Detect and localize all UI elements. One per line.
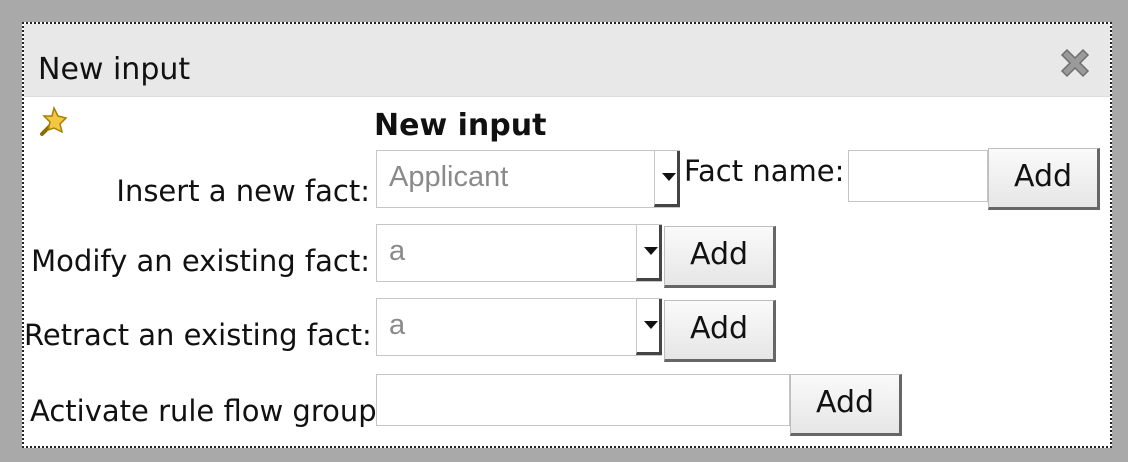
- activate-rule-flow-label: Activate rule flow group: [30, 394, 377, 428]
- magic-wand-icon: [40, 105, 68, 136]
- rule-flow-group-input[interactable]: [376, 374, 790, 426]
- form-heading: New input: [374, 108, 547, 143]
- retract-fact-add-button[interactable]: Add: [664, 300, 776, 362]
- dialog-titlebar[interactable]: New input: [24, 24, 1110, 97]
- chevron-down-icon[interactable]: [654, 151, 680, 207]
- retract-fact-select-value: a: [389, 309, 406, 341]
- activate-rule-flow-add-button[interactable]: Add: [790, 374, 902, 436]
- chevron-down-icon[interactable]: [636, 225, 662, 281]
- insert-fact-select[interactable]: Applicant: [376, 150, 680, 208]
- retract-fact-label: Retract an existing fact:: [24, 318, 372, 352]
- new-input-dialog: New input New input Insert a new fact: A…: [22, 22, 1112, 448]
- fact-name-input[interactable]: [848, 150, 988, 202]
- insert-fact-add-button[interactable]: Add: [988, 148, 1100, 210]
- insert-fact-select-value: Applicant: [389, 161, 509, 193]
- chevron-down-icon[interactable]: [636, 299, 662, 355]
- retract-fact-select[interactable]: a: [376, 298, 662, 356]
- modify-fact-select[interactable]: a: [376, 224, 662, 282]
- modify-fact-add-button[interactable]: Add: [664, 226, 776, 288]
- fact-name-label: Fact name:: [684, 154, 845, 188]
- insert-fact-label: Insert a new fact:: [116, 174, 370, 208]
- modify-fact-select-value: a: [389, 235, 406, 267]
- dialog-title: New input: [38, 52, 191, 87]
- close-icon[interactable]: [1058, 46, 1092, 80]
- modify-fact-label: Modify an existing fact:: [31, 244, 370, 278]
